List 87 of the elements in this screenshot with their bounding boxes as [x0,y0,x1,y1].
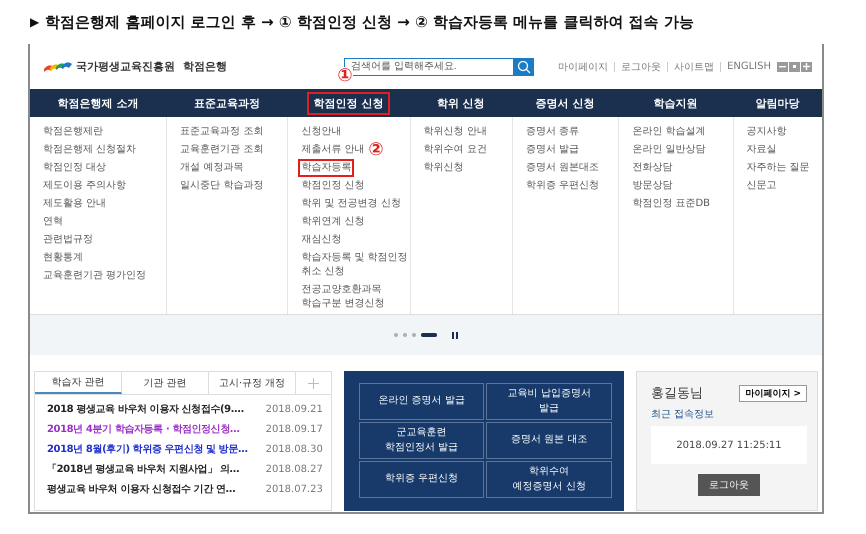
menu-item[interactable]: 연혁 [40,213,66,231]
menu-item[interactable]: 자료실 [744,141,780,159]
notice-date: 2018.09.21 [266,404,323,414]
nav-item[interactable]: 학점인정 신청 [306,92,390,114]
notice-title[interactable]: 「2018년 평생교육 바우처 지원사업」 의… [47,462,240,476]
font-reset-button[interactable] [789,62,800,72]
logo-icon [44,60,72,72]
menu-item[interactable]: 학위 및 전공변경 신청 [298,195,404,213]
menu-item[interactable]: 학점인정 표준DB [629,195,714,213]
menu-item[interactable]: 자주하는 질문 [744,159,813,177]
menu-item[interactable]: 학점인정 대상 [40,159,110,177]
menu-item[interactable]: 학위신청 [420,159,467,177]
slide-indicator[interactable] [421,333,437,337]
quick-link-button[interactable]: 학위증 우편신청 [358,461,484,498]
menu-item[interactable]: 학위증 우편신청 [522,177,602,195]
notice-tab[interactable]: 기관 관련 [122,372,209,394]
pause-icon[interactable] [452,332,458,338]
notice-date: 2018.09.17 [266,424,323,434]
menu-item[interactable]: 제출서류 안내 [298,141,368,159]
menu-item[interactable]: 신문고 [744,177,780,195]
plus-icon [803,63,810,70]
minus-icon [779,63,786,70]
font-larger-button[interactable] [801,62,812,72]
menu-item[interactable]: 개설 예정과목 [177,159,246,177]
search-button[interactable] [514,58,534,76]
nav-item[interactable]: 알림마당 [748,92,806,114]
org-name: 국가평생교육진흥원 [76,59,175,74]
menu-item[interactable]: 현황통계 [40,249,86,267]
last-login-time: 2018.09.27 11:25:11 [676,440,782,450]
menu-item[interactable]: 전화상담 [629,159,676,177]
menu-item[interactable]: 학점은행제 신청절차 [40,141,140,159]
util-link[interactable]: 사이트맵 [674,60,714,74]
site-name: 학점은행 [183,59,227,74]
menu-item[interactable]: 증명서 원본대조 [522,159,602,177]
menu-item[interactable]: 증명서 발급 [522,141,582,159]
nav-item[interactable]: 표준교육과정 [186,92,267,114]
util-link[interactable]: 마이페이지 [558,60,608,74]
notice-title[interactable]: 2018년 4분기 학습자등록 · 학점인정신청… [47,422,240,436]
quick-link-button[interactable]: 교육비 납입증명서 발급 [486,383,612,420]
nav-item[interactable]: 학점은행제 소개 [50,92,146,114]
menu-item[interactable]: 표준교육과정 조회 [177,123,266,141]
nav-item[interactable]: 학위 신청 [430,92,492,114]
logout-button[interactable]: 로그아웃 [698,474,760,496]
menu-item[interactable]: 온라인 학습설계 [629,123,708,141]
quick-link-button[interactable]: 증명서 원본 대조 [486,422,612,459]
menu-item[interactable]: 신청안내 [298,123,344,141]
user-name: 홍길동님 [651,385,703,402]
menu-item[interactable]: 학습자등록 및 학점인정 취소 신청 [298,249,411,281]
menu-item[interactable]: 전공교양호환과목 학습구분 변경신청 [298,281,388,313]
menu-item[interactable]: 재심신청 [298,231,344,249]
menu-item[interactable]: 증명서 종류 [522,123,582,141]
menu-item[interactable]: 관련법규정 [40,231,96,249]
notice-title[interactable]: 2018 평생교육 바우처 이용자 신청접수(9.… [47,402,244,416]
menu-item[interactable]: 학위신청 안내 [420,123,490,141]
menu-item[interactable]: 학점인정 신청 [298,177,368,195]
quick-link-button[interactable]: 군교육훈련 학점인정서 발급 [358,422,484,459]
quick-link-button[interactable]: 온라인 증명서 발급 [358,383,484,420]
menu-item[interactable]: 일시중단 학습과정 [177,177,266,195]
util-link[interactable]: 로그아웃 [621,60,662,74]
plus-icon [308,378,319,388]
menu-item[interactable]: 방문상담 [629,177,676,195]
menu-item[interactable]: 제도활용 안내 [40,195,110,213]
nav-item[interactable]: 증명서 신청 [528,92,602,114]
notice-date: 2018.08.27 [266,464,323,474]
menu-item[interactable]: 학위연계 신청 [298,213,368,231]
menu-item[interactable]: 공지사항 [744,123,790,141]
menu-item[interactable]: 학점은행제란 [40,123,106,141]
menu-item[interactable]: 학습자등록 [298,159,354,177]
recent-login-label: 최근 접속정보 [651,408,714,421]
notice-tab[interactable]: 학습자 관련 [35,372,122,394]
nav-item[interactable]: 학습지원 [646,92,704,114]
menu-item[interactable]: 온라인 일반상담 [629,141,708,159]
font-smaller-button[interactable] [777,62,788,72]
notice-date: 2018.07.23 [266,484,323,494]
search-icon [517,60,531,74]
menu-item[interactable]: 교육훈련기관 조회 [177,141,266,159]
notice-date: 2018.08.30 [266,444,323,454]
menu-item[interactable]: 학위수여 요건 [420,141,490,159]
util-link[interactable]: ENGLISH [727,61,771,72]
caption-text: 학점은행제 홈페이지 로그인 후 → ① 학점인정 신청 → ② 학습자등록 메뉴를 클릭하여 접속 가능 [45,12,694,32]
notice-title[interactable]: 평생교육 바우처 이용자 신청접수 기간 연… [47,482,236,496]
notice-title[interactable]: 2018년 8월(후기) 학위증 우편신청 및 방문… [47,442,248,456]
caption-arrow: ▶ [30,15,40,29]
menu-item[interactable]: 제도이용 주의사항 [40,177,130,195]
mypage-button[interactable]: 마이페이지 > [739,384,807,402]
quick-link-button[interactable]: 학위수여 예정증명서 신청 [486,461,612,498]
menu-item[interactable]: 교육훈련기관 평가인정 [40,267,150,285]
